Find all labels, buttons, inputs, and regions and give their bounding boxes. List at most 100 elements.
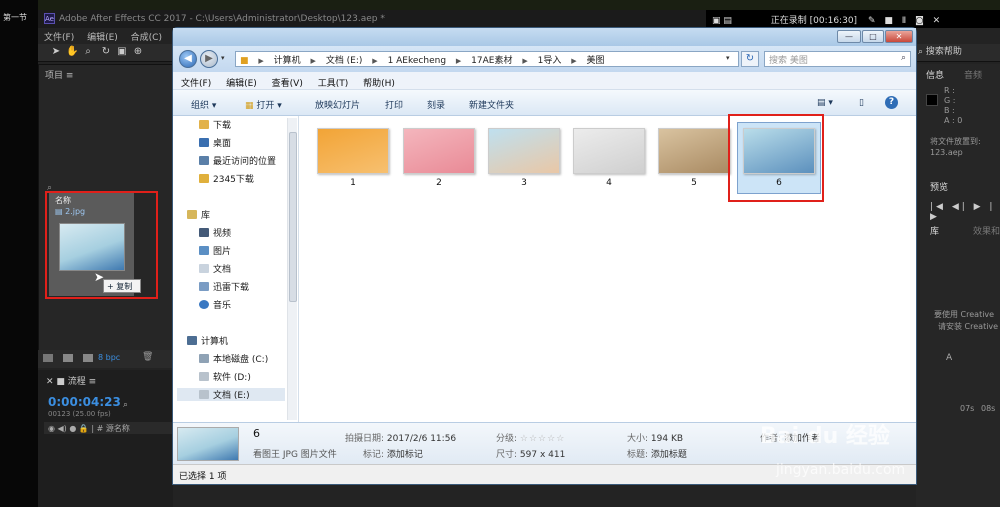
search-help[interactable]: ⌕ 搜索帮助 xyxy=(918,46,978,58)
details-rating[interactable]: 分级: ☆☆☆☆☆ xyxy=(496,431,565,444)
nav-desktop[interactable]: 桌面 xyxy=(199,136,231,149)
nav-drive-e[interactable]: 文档 (E:) xyxy=(177,388,285,401)
view-options-icon[interactable]: ▤ ▾ xyxy=(817,98,833,108)
timecode-sub: 00123 (25.00 fps) xyxy=(48,410,111,418)
nav-xunlei[interactable]: 迅雷下载 xyxy=(199,280,249,293)
open-button[interactable]: ▦ 打开 ▾ xyxy=(245,98,282,111)
effects-tab[interactable]: 效果和 xyxy=(973,224,1000,237)
recorder-stop-icon[interactable]: ■ xyxy=(884,16,893,26)
new-composition-icon[interactable] xyxy=(83,354,93,362)
info-tab[interactable]: 信息 xyxy=(926,68,944,81)
ae-menu-edit[interactable]: 编辑(E) xyxy=(87,33,118,43)
file-item-3[interactable]: 3 xyxy=(486,128,562,188)
new-folder-icon[interactable] xyxy=(63,354,73,362)
details-title[interactable]: 标题: 添加标题 xyxy=(627,447,687,460)
recorder-close-icon[interactable]: ✕ xyxy=(933,16,941,26)
print-button[interactable]: 打印 xyxy=(385,98,403,111)
timecode[interactable]: 0:00:04:23 xyxy=(48,395,121,409)
recording-bar: ▣ ▤ 正在录制 [00:16:30] ✎ ■ Ⅱ ◙ ✕ xyxy=(706,10,1000,28)
library-msg-2: 请安装 Creative xyxy=(938,322,999,331)
file-item-2[interactable]: 2 xyxy=(401,128,477,188)
burn-button[interactable]: 刻录 xyxy=(427,98,445,111)
crumb-sep: ▶ xyxy=(522,57,528,65)
videos-icon xyxy=(199,228,209,237)
camera-tool-icon[interactable]: ▣ xyxy=(116,46,128,58)
source-name-col: 源名称 xyxy=(105,424,130,433)
forward-button[interactable]: ▶ xyxy=(200,50,218,68)
pan-tool-icon[interactable]: ⊕ xyxy=(132,46,144,58)
minimize-button[interactable]: — xyxy=(837,30,861,43)
file-thumbnail xyxy=(573,128,645,174)
nav-pictures[interactable]: 图片 xyxy=(199,244,231,257)
details-tags[interactable]: 标记: 添加标记 xyxy=(363,447,423,460)
recorder-pause-icon[interactable]: Ⅱ xyxy=(902,16,906,26)
nav-drive-d[interactable]: 软件 (D:) xyxy=(199,370,251,383)
nav-videos[interactable]: 视频 xyxy=(199,226,231,239)
nav-libraries[interactable]: 库 xyxy=(187,208,210,221)
recorder-cam-icon[interactable]: ◙ xyxy=(915,16,924,26)
back-button[interactable]: ◀ xyxy=(179,50,197,68)
library-tab[interactable]: 库 xyxy=(930,224,939,237)
crumb-drive[interactable]: 文档 (E:) xyxy=(326,56,363,66)
right-panels: 信息 音频 R : G : B : A : 0 将文件放置到: 123.aep … xyxy=(916,64,1000,507)
preview-pane-icon[interactable]: ▯ xyxy=(859,98,864,108)
crumb-aekecheng[interactable]: 1 AEkecheng xyxy=(388,56,446,66)
ae-menu-composition[interactable]: 合成(C) xyxy=(131,33,162,43)
menu-edit[interactable]: 编辑(E) xyxy=(226,79,257,89)
explorer-window: — □ ✕ ◀ ▶ ▾ ■ ▶ 计算机 ▶ 文档 (E:) ▶ 1 AEkech… xyxy=(172,27,917,485)
close-button[interactable]: ✕ xyxy=(885,30,913,43)
nav-scroll-thumb[interactable] xyxy=(289,132,297,302)
recent-pages-icon[interactable]: ▾ xyxy=(221,54,225,62)
menu-tools[interactable]: 工具(T) xyxy=(318,79,349,89)
timeline-panel: ✕ ■ 流程 ≡ 0:00:04:23 00123 (25.00 fps) ⌕ … xyxy=(38,370,173,507)
preview-tab[interactable]: 预览 xyxy=(930,180,948,193)
file-item-5[interactable]: 5 xyxy=(656,128,732,188)
refresh-icon[interactable]: ↻ xyxy=(741,51,759,67)
crumb-import[interactable]: 1导入 xyxy=(538,56,562,66)
recorder-camera-icon[interactable]: ▣ ▤ xyxy=(712,16,732,26)
interpret-footage-icon[interactable] xyxy=(43,354,53,362)
ae-menu-file[interactable]: 文件(F) xyxy=(44,33,74,43)
menu-view[interactable]: 查看(V) xyxy=(272,79,303,89)
crumb-meitu[interactable]: 美图 xyxy=(586,56,604,66)
timeline-tab[interactable]: ✕ ■ 流程 ≡ xyxy=(46,374,96,387)
search-input[interactable]: 搜索 美图 ⌕ xyxy=(764,51,911,67)
slideshow-button[interactable]: 放映幻灯片 xyxy=(315,98,360,111)
hand-tool-icon[interactable]: ✋ xyxy=(66,46,78,58)
file-item-4[interactable]: 4 xyxy=(571,128,647,188)
crumb-computer[interactable]: 计算机 xyxy=(274,56,301,66)
bpc-label[interactable]: 8 bpc xyxy=(98,353,120,362)
nav-recent[interactable]: 最近访问的位置 xyxy=(199,154,276,167)
nav-computer[interactable]: 计算机 xyxy=(187,334,228,347)
nav-drive-c[interactable]: 本地磁盘 (C:) xyxy=(199,352,268,365)
nav-drive-c-label: 本地磁盘 (C:) xyxy=(213,355,269,365)
nav-downloads[interactable]: 下载 xyxy=(199,118,231,131)
documents-icon xyxy=(199,264,209,273)
address-bar[interactable]: ■ ▶ 计算机 ▶ 文档 (E:) ▶ 1 AEkecheng ▶ 17AE素材… xyxy=(235,51,739,67)
address-dropdown-icon[interactable]: ▾ xyxy=(726,54,730,62)
file-item-1[interactable]: 1 xyxy=(315,128,391,188)
nav-scrollbar[interactable] xyxy=(287,118,297,420)
nav-documents[interactable]: 文档 xyxy=(199,262,231,275)
recorder-pen-icon[interactable]: ✎ xyxy=(868,16,876,26)
copy-tooltip: + 复制 xyxy=(103,279,141,293)
selection-tool-icon[interactable]: ➤ xyxy=(50,46,62,58)
menu-help[interactable]: 帮助(H) xyxy=(363,79,395,89)
trash-icon[interactable]: 🗑 xyxy=(142,352,153,362)
text-tool-icon[interactable]: A xyxy=(946,353,952,363)
nav-2345[interactable]: 2345下载 xyxy=(199,172,254,185)
nav-desktop-label: 桌面 xyxy=(213,139,232,149)
maximize-button[interactable]: □ xyxy=(862,30,884,43)
zoom-tool-icon[interactable]: ⌕ xyxy=(82,46,94,58)
new-folder-button[interactable]: 新建文件夹 xyxy=(469,98,514,111)
pictures-icon xyxy=(199,246,209,255)
organize-button[interactable]: 组织 ▾ xyxy=(191,98,216,111)
preview-controls[interactable]: |◀ ◀| ▶ |▶ xyxy=(930,202,1000,222)
timeline-search-icon[interactable]: ⌕ xyxy=(123,400,128,410)
help-icon[interactable]: ? xyxy=(885,96,898,109)
crumb-material[interactable]: 17AE素材 xyxy=(471,56,512,66)
rotate-tool-icon[interactable]: ↻ xyxy=(100,46,112,58)
nav-music[interactable]: 音乐 xyxy=(199,298,231,311)
menu-file[interactable]: 文件(F) xyxy=(181,79,211,89)
audio-tab[interactable]: 音频 xyxy=(964,68,982,81)
